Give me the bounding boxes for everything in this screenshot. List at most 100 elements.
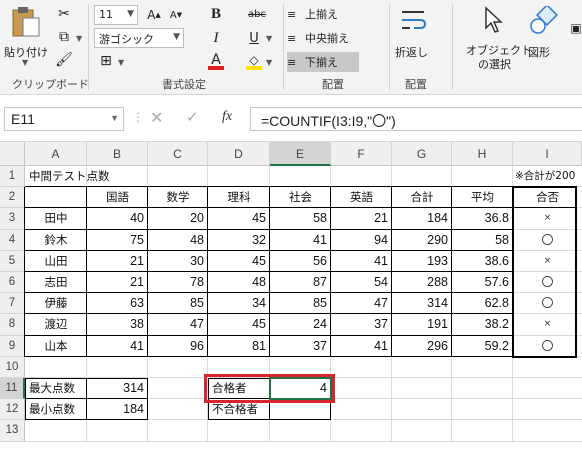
score-cell[interactable]: 296	[392, 336, 452, 357]
result-cell[interactable]: ×	[513, 251, 582, 272]
header-cell[interactable]: 英語	[331, 187, 392, 208]
result-cell[interactable]: ×	[513, 314, 582, 335]
score-cell[interactable]: 75	[87, 230, 148, 251]
score-cell[interactable]: 85	[148, 293, 208, 314]
score-cell[interactable]: 288	[392, 272, 452, 293]
score-cell[interactable]: 45	[208, 251, 270, 272]
result-cell[interactable]: 〇	[513, 293, 582, 314]
score-cell[interactable]: 45	[208, 314, 270, 335]
min-label-cell[interactable]: 最小点数	[25, 399, 87, 420]
score-cell[interactable]: 78	[148, 272, 208, 293]
score-cell[interactable]: 191	[392, 314, 452, 335]
score-cell[interactable]: 184	[392, 208, 452, 229]
row-header-5[interactable]: 5	[0, 250, 25, 272]
column-header-c[interactable]: C	[148, 142, 208, 166]
score-cell[interactable]: 81	[208, 336, 270, 357]
bold-button[interactable]: B	[206, 4, 226, 24]
score-cell[interactable]: 41	[331, 336, 392, 357]
score-cell[interactable]: 54	[331, 272, 392, 293]
row-header-2[interactable]: 2	[0, 187, 25, 209]
group-object-icon[interactable]: ▣	[566, 18, 582, 38]
fill-color-button[interactable]: ◇	[244, 52, 264, 72]
name-cell[interactable]: 田中	[25, 208, 87, 229]
score-cell[interactable]: 48	[208, 272, 270, 293]
score-cell[interactable]: 56	[270, 251, 331, 272]
column-header-f[interactable]: F	[331, 142, 392, 166]
column-header-g[interactable]: G	[392, 142, 452, 166]
chevron-down-icon[interactable]: ▼	[76, 34, 82, 43]
header-cell[interactable]: 数学	[148, 187, 208, 208]
score-cell[interactable]: 38.6	[452, 251, 513, 272]
score-cell[interactable]: 41	[331, 251, 392, 272]
paste-button[interactable]: 貼り付け ▼	[4, 4, 48, 74]
font-name-combo[interactable]: 游ゴシック ▼	[94, 28, 184, 48]
score-cell[interactable]: 96	[148, 336, 208, 357]
score-cell[interactable]: 94	[331, 230, 392, 251]
shrink-font-icon[interactable]: A ▼	[166, 5, 186, 25]
header-cell[interactable]: 理科	[208, 187, 270, 208]
score-cell[interactable]: 193	[392, 251, 452, 272]
column-header-d[interactable]: D	[208, 142, 270, 166]
grow-font-icon[interactable]: A ▲	[144, 5, 164, 25]
header-cell[interactable]: 平均	[452, 187, 513, 208]
score-cell[interactable]: 47	[331, 293, 392, 314]
chevron-down-icon[interactable]: ▼	[266, 58, 272, 67]
score-cell[interactable]: 48	[148, 230, 208, 251]
score-cell[interactable]: 41	[270, 230, 331, 251]
name-cell[interactable]: 志田	[25, 272, 87, 293]
score-cell[interactable]: 58	[452, 230, 513, 251]
row-header-1[interactable]: 1	[0, 166, 25, 188]
row-header-10[interactable]: 10	[0, 356, 25, 378]
pass-value-cell[interactable]: 4	[270, 378, 331, 399]
column-header-h[interactable]: H	[452, 142, 513, 166]
score-cell[interactable]: 58	[270, 208, 331, 229]
row-header-9[interactable]: 9	[0, 335, 25, 357]
insert-function-icon[interactable]: fx	[222, 109, 232, 125]
score-cell[interactable]: 21	[87, 251, 148, 272]
select-all-corner[interactable]	[0, 142, 25, 166]
max-value-cell[interactable]: 314	[87, 378, 148, 399]
format-painter-icon[interactable]: 🖌	[54, 50, 74, 70]
header-cell[interactable]: 合計	[392, 187, 452, 208]
score-cell[interactable]: 62.8	[452, 293, 513, 314]
font-size-combo[interactable]: 11 ▼	[94, 5, 138, 25]
select-objects-button[interactable]: オブジェクト の選択	[464, 4, 532, 74]
score-cell[interactable]: 37	[270, 336, 331, 357]
score-cell[interactable]: 314	[392, 293, 452, 314]
min-value-cell[interactable]: 184	[87, 399, 148, 420]
row-header-8[interactable]: 8	[0, 314, 25, 336]
score-cell[interactable]: 41	[87, 336, 148, 357]
max-label-cell[interactable]: 最大点数	[25, 378, 87, 399]
row-header-4[interactable]: 4	[0, 229, 25, 251]
score-cell[interactable]: 21	[87, 272, 148, 293]
header-cell[interactable]: 社会	[270, 187, 331, 208]
result-cell[interactable]: ×	[513, 208, 582, 229]
fail-value-cell[interactable]	[270, 399, 331, 420]
name-cell[interactable]: 鈴木	[25, 230, 87, 251]
score-cell[interactable]: 34	[208, 293, 270, 314]
score-cell[interactable]: 47	[148, 314, 208, 335]
fail-label-cell[interactable]: 不合格者	[208, 399, 270, 420]
score-cell[interactable]: 37	[331, 314, 392, 335]
result-cell[interactable]: 〇	[513, 272, 582, 293]
font-color-button[interactable]: A	[206, 52, 226, 72]
chevron-down-icon[interactable]: ▼	[110, 113, 119, 123]
chevron-down-icon[interactable]: ▼	[118, 58, 124, 67]
name-cell[interactable]: 山本	[25, 336, 87, 357]
copy-icon[interactable]: ⧉	[54, 27, 74, 47]
column-header-a[interactable]: A	[25, 142, 87, 166]
score-cell[interactable]: 87	[270, 272, 331, 293]
shapes-button[interactable]: 図形	[526, 4, 566, 74]
name-box[interactable]: E11 ▼	[4, 107, 124, 131]
row-header-12[interactable]: 12	[0, 399, 25, 421]
score-cell[interactable]: 21	[331, 208, 392, 229]
column-header-b[interactable]: B	[87, 142, 148, 166]
row-header-6[interactable]: 6	[0, 272, 25, 294]
name-cell[interactable]: 渡辺	[25, 314, 87, 335]
underline-button[interactable]: U	[244, 28, 264, 48]
name-cell[interactable]: 山田	[25, 251, 87, 272]
formula-input[interactable]: =COUNTIF(I3:I9,"〇")	[250, 107, 582, 131]
align-bottom-button[interactable]: ≡ 下揃え	[287, 52, 359, 72]
chevron-down-icon[interactable]: ▼	[266, 34, 272, 43]
score-cell[interactable]: 30	[148, 251, 208, 272]
